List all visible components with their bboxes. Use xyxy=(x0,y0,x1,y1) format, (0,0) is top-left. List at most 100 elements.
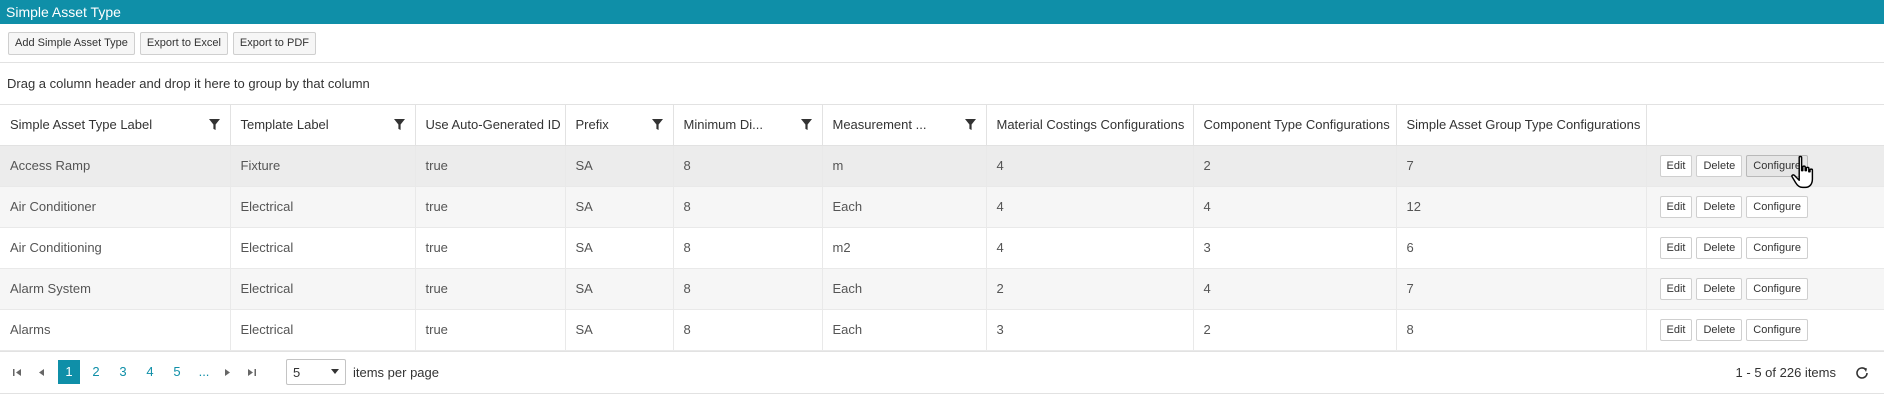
column-header-min-digits[interactable]: Minimum Di... xyxy=(673,105,823,146)
table-row[interactable]: Air Conditioner Electrical true SA 8 Eac… xyxy=(0,186,1884,228)
cell-group: 6 xyxy=(1396,227,1647,269)
cell-group: 8 xyxy=(1396,309,1647,351)
cell-label: Air Conditioner xyxy=(0,186,231,228)
cell-min-digits: 8 xyxy=(673,186,823,228)
delete-button[interactable]: Delete xyxy=(1696,318,1743,341)
configure-button[interactable]: Configure xyxy=(1746,195,1808,218)
page-more[interactable]: ... xyxy=(193,360,215,384)
last-page-icon[interactable] xyxy=(244,365,258,379)
page-size-value: 5 xyxy=(293,364,301,380)
pager: 1 2 3 4 5 ... 5 items per page 1 - 5 of … xyxy=(0,350,1884,394)
cell-material: 2 xyxy=(986,268,1194,310)
cell-min-digits: 8 xyxy=(673,309,823,351)
cell-measurement: Each xyxy=(822,268,987,310)
chevron-down-icon xyxy=(331,369,339,374)
edit-button[interactable]: Edit xyxy=(1659,236,1693,259)
cell-prefix: SA xyxy=(565,268,674,310)
export-pdf-button[interactable]: Export to PDF xyxy=(232,31,316,55)
page-size-select[interactable]: 5 xyxy=(286,359,346,385)
cell-min-digits: 8 xyxy=(673,227,823,269)
edit-button[interactable]: Edit xyxy=(1659,318,1693,341)
cell-actions: Edit Delete Configure xyxy=(1646,227,1884,269)
cell-component: 2 xyxy=(1193,309,1397,351)
page-number-3[interactable]: 3 xyxy=(112,360,134,384)
filter-icon[interactable] xyxy=(651,119,663,131)
export-excel-button[interactable]: Export to Excel xyxy=(139,31,228,55)
table-row[interactable]: Alarms Electrical true SA 8 Each 3 2 8 E… xyxy=(0,309,1884,351)
cell-component: 4 xyxy=(1193,186,1397,228)
next-page-icon[interactable] xyxy=(220,365,234,379)
cell-group: 7 xyxy=(1396,268,1647,310)
cell-prefix: SA xyxy=(565,186,674,228)
filter-icon[interactable] xyxy=(800,119,812,131)
cell-min-digits: 8 xyxy=(673,268,823,310)
filter-icon[interactable] xyxy=(393,119,405,131)
cell-template: Electrical xyxy=(230,186,416,228)
cell-material: 4 xyxy=(986,186,1194,228)
column-header-prefix[interactable]: Prefix xyxy=(565,105,674,146)
toolbar: Add Simple Asset Type Export to Excel Ex… xyxy=(0,24,1884,63)
edit-button[interactable]: Edit xyxy=(1659,195,1693,218)
edit-button[interactable]: Edit xyxy=(1659,154,1693,177)
page-title-bar: Simple Asset Type xyxy=(0,0,1884,24)
cell-actions: Edit Delete Configure xyxy=(1646,309,1884,351)
column-header-material[interactable]: Material Costings Configurations xyxy=(986,105,1194,146)
table-row[interactable]: Air Conditioning Electrical true SA 8 m2… xyxy=(0,227,1884,269)
cell-auto-id: true xyxy=(415,186,566,228)
cell-actions: Edit Delete Configure xyxy=(1646,145,1884,187)
configure-button[interactable]: Configure xyxy=(1746,154,1808,177)
cell-prefix: SA xyxy=(565,227,674,269)
cell-prefix: SA xyxy=(565,309,674,351)
table-row[interactable]: Alarm System Electrical true SA 8 Each 2… xyxy=(0,268,1884,310)
cell-label: Access Ramp xyxy=(0,145,231,187)
cell-measurement: m xyxy=(822,145,987,187)
prev-page-icon[interactable] xyxy=(34,365,48,379)
page-info: 1 - 5 of 226 items xyxy=(1735,364,1836,380)
filter-icon[interactable] xyxy=(208,119,220,131)
page-number-5[interactable]: 5 xyxy=(166,360,188,384)
cell-component: 4 xyxy=(1193,268,1397,310)
cell-measurement: m2 xyxy=(822,227,987,269)
cell-template: Electrical xyxy=(230,268,416,310)
configure-button[interactable]: Configure xyxy=(1746,236,1808,259)
column-header-label[interactable]: Simple Asset Type Label xyxy=(0,105,231,146)
column-header-group[interactable]: Simple Asset Group Type Configurations xyxy=(1396,105,1647,146)
cell-template: Fixture xyxy=(230,145,416,187)
cell-label: Alarms xyxy=(0,309,231,351)
column-header-measurement[interactable]: Measurement ... xyxy=(822,105,987,146)
edit-button[interactable]: Edit xyxy=(1659,277,1693,300)
page-number-2[interactable]: 2 xyxy=(85,360,107,384)
refresh-icon[interactable] xyxy=(1854,365,1870,381)
cell-auto-id: true xyxy=(415,227,566,269)
page-number-1[interactable]: 1 xyxy=(58,360,80,384)
configure-button[interactable]: Configure xyxy=(1746,277,1808,300)
cell-label: Air Conditioning xyxy=(0,227,231,269)
page-number-4[interactable]: 4 xyxy=(139,360,161,384)
add-simple-asset-type-button[interactable]: Add Simple Asset Type xyxy=(8,31,135,55)
column-header-template[interactable]: Template Label xyxy=(230,105,416,146)
cell-measurement: Each xyxy=(822,309,987,351)
page-title: Simple Asset Type xyxy=(6,4,121,20)
column-header-component[interactable]: Component Type Configurations xyxy=(1193,105,1397,146)
cell-material: 4 xyxy=(986,145,1194,187)
asset-type-grid: Simple Asset Type Label Template Label U… xyxy=(0,105,1884,351)
column-header-auto-id[interactable]: Use Auto-Generated ID xyxy=(415,105,566,146)
configure-button[interactable]: Configure xyxy=(1746,318,1808,341)
first-page-icon[interactable] xyxy=(10,365,24,379)
items-per-page-label: items per page xyxy=(353,364,439,380)
filter-icon[interactable] xyxy=(964,119,976,131)
group-drop-area[interactable]: Drag a column header and drop it here to… xyxy=(0,63,1884,105)
cell-auto-id: true xyxy=(415,309,566,351)
delete-button[interactable]: Delete xyxy=(1696,236,1743,259)
cell-actions: Edit Delete Configure xyxy=(1646,268,1884,310)
table-row[interactable]: Access Ramp Fixture true SA 8 m 4 2 7 Ed… xyxy=(0,145,1884,187)
delete-button[interactable]: Delete xyxy=(1696,195,1743,218)
cell-measurement: Each xyxy=(822,186,987,228)
cell-actions: Edit Delete Configure xyxy=(1646,186,1884,228)
cell-auto-id: true xyxy=(415,268,566,310)
delete-button[interactable]: Delete xyxy=(1696,277,1743,300)
cell-component: 2 xyxy=(1193,145,1397,187)
delete-button[interactable]: Delete xyxy=(1696,154,1743,177)
cell-material: 4 xyxy=(986,227,1194,269)
cell-group: 7 xyxy=(1396,145,1647,187)
